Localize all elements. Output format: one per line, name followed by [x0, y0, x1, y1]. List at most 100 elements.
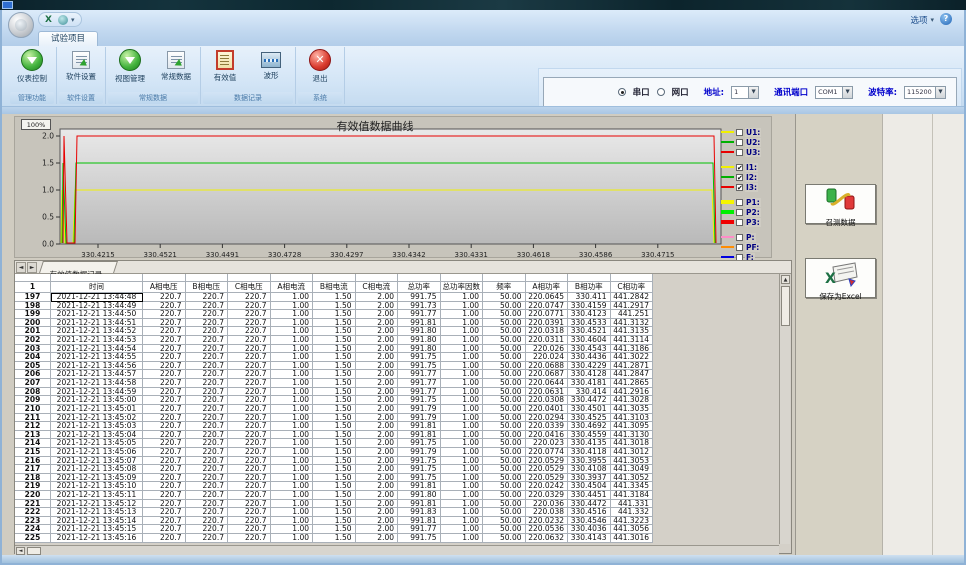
- value-cell[interactable]: 220.7: [143, 457, 186, 466]
- value-cell[interactable]: 1.00: [271, 414, 314, 423]
- app-mini-icon[interactable]: [58, 15, 68, 25]
- value-cell[interactable]: 220.0645: [526, 293, 569, 302]
- value-cell[interactable]: 220.7: [186, 302, 229, 311]
- time-cell[interactable]: 2021-12-21 13:45:07: [51, 457, 143, 466]
- table-row[interactable]: 1982021-12-21 13:44:49220.7220.7220.71.0…: [15, 302, 779, 311]
- value-cell[interactable]: 1.50: [313, 396, 356, 405]
- value-cell[interactable]: 330.4525: [568, 414, 611, 423]
- value-cell[interactable]: 991.81: [398, 422, 441, 431]
- value-cell[interactable]: 2.00: [356, 405, 399, 414]
- value-cell[interactable]: 1.00: [271, 405, 314, 414]
- table-row[interactable]: 2032021-12-21 13:44:54220.7220.7220.71.0…: [15, 345, 779, 354]
- value-cell[interactable]: 220.7: [186, 362, 229, 371]
- value-cell[interactable]: 991.80: [398, 327, 441, 336]
- value-cell[interactable]: 1.50: [313, 414, 356, 423]
- value-cell[interactable]: 220.7: [228, 517, 271, 526]
- value-cell[interactable]: 220.7: [143, 465, 186, 474]
- value-cell[interactable]: 220.7: [143, 439, 186, 448]
- value-cell[interactable]: 220.7: [228, 482, 271, 491]
- value-cell[interactable]: 220.0311: [526, 336, 569, 345]
- time-cell[interactable]: 2021-12-21 13:45:04: [51, 431, 143, 440]
- value-cell[interactable]: 50.00: [483, 465, 526, 474]
- value-cell[interactable]: 220.7: [228, 439, 271, 448]
- value-cell[interactable]: 330.4604: [568, 336, 611, 345]
- value-cell[interactable]: 2.00: [356, 448, 399, 457]
- value-cell[interactable]: 220.7: [228, 293, 271, 302]
- value-cell[interactable]: 1.50: [313, 491, 356, 500]
- value-cell[interactable]: 220.7: [186, 379, 229, 388]
- value-cell[interactable]: 220.7: [186, 327, 229, 336]
- value-cell[interactable]: 1.50: [313, 302, 356, 311]
- value-cell[interactable]: 220.7: [186, 370, 229, 379]
- horizontal-scrollbar[interactable]: ◄: [15, 545, 779, 555]
- value-cell[interactable]: 220.7: [143, 405, 186, 414]
- value-cell[interactable]: 220.7: [143, 517, 186, 526]
- value-cell[interactable]: 220.0529: [526, 457, 569, 466]
- value-cell[interactable]: 1.50: [313, 319, 356, 328]
- value-cell[interactable]: 1.00: [271, 500, 314, 509]
- time-cell[interactable]: 2021-12-21 13:45:08: [51, 465, 143, 474]
- scroll-left-icon[interactable]: ◄: [16, 547, 25, 555]
- save-excel-button[interactable]: X 保存为Excel: [805, 258, 876, 298]
- value-cell[interactable]: 50.00: [483, 336, 526, 345]
- table-row[interactable]: 1992021-12-21 13:44:50220.7220.7220.71.0…: [15, 310, 779, 319]
- value-cell[interactable]: 1.00: [441, 396, 484, 405]
- column-header-C相电压[interactable]: C相电压: [228, 282, 271, 293]
- value-cell[interactable]: 220.026: [526, 345, 569, 354]
- table-row[interactable]: 1972021-12-21 13:44:48220.7220.7220.71.0…: [15, 293, 779, 302]
- time-cell[interactable]: 2021-12-21 13:44:49: [51, 302, 143, 311]
- value-cell[interactable]: 220.7: [143, 293, 186, 302]
- value-cell[interactable]: 220.7: [143, 508, 186, 517]
- value-cell[interactable]: 2.00: [356, 465, 399, 474]
- qat-dropdown-icon[interactable]: ▾: [71, 16, 75, 24]
- value-cell[interactable]: 1.00: [271, 517, 314, 526]
- value-cell[interactable]: 1.00: [441, 508, 484, 517]
- legend-checkbox[interactable]: [736, 219, 743, 226]
- value-cell[interactable]: 220.7: [186, 439, 229, 448]
- value-cell[interactable]: 330.4135: [568, 439, 611, 448]
- value-cell[interactable]: 330.4036: [568, 525, 611, 534]
- value-cell[interactable]: 220.7: [186, 431, 229, 440]
- table-row[interactable]: 2012021-12-21 13:44:52220.7220.7220.71.0…: [15, 327, 779, 336]
- value-cell[interactable]: 441.3016: [611, 534, 654, 543]
- excel-mini-icon[interactable]: X: [45, 15, 55, 25]
- value-cell[interactable]: 50.00: [483, 448, 526, 457]
- value-cell[interactable]: 50.00: [483, 302, 526, 311]
- value-cell[interactable]: 220.7: [143, 431, 186, 440]
- value-cell[interactable]: 220.7: [186, 500, 229, 509]
- value-cell[interactable]: 220.036: [526, 500, 569, 509]
- value-cell[interactable]: 1.50: [313, 379, 356, 388]
- value-cell[interactable]: 220.7: [228, 345, 271, 354]
- value-cell[interactable]: 991.79: [398, 405, 441, 414]
- value-cell[interactable]: 220.7: [143, 500, 186, 509]
- value-cell[interactable]: 220.0529: [526, 474, 569, 483]
- value-cell[interactable]: 220.7: [186, 336, 229, 345]
- table-row[interactable]: 2182021-12-21 13:45:09220.7220.7220.71.0…: [15, 474, 779, 483]
- value-cell[interactable]: 1.00: [441, 534, 484, 543]
- value-cell[interactable]: 2.00: [356, 327, 399, 336]
- value-cell[interactable]: 220.7: [186, 310, 229, 319]
- table-row[interactable]: 2232021-12-21 13:45:14220.7220.7220.71.0…: [15, 517, 779, 526]
- value-cell[interactable]: 991.75: [398, 465, 441, 474]
- value-cell[interactable]: 441.2842: [611, 293, 654, 302]
- sheet-tab-rms-record[interactable]: 有效值数据记录: [39, 261, 117, 273]
- value-cell[interactable]: 220.0329: [526, 491, 569, 500]
- value-cell[interactable]: 441.3053: [611, 457, 654, 466]
- value-cell[interactable]: 1.00: [271, 525, 314, 534]
- value-cell[interactable]: 220.0632: [526, 534, 569, 543]
- value-cell[interactable]: 50.00: [483, 517, 526, 526]
- table-row[interactable]: 2092021-12-21 13:45:00220.7220.7220.71.0…: [15, 396, 779, 405]
- table-row[interactable]: 2192021-12-21 13:45:10220.7220.7220.71.0…: [15, 482, 779, 491]
- value-cell[interactable]: 220.7: [143, 388, 186, 397]
- data-grid[interactable]: 1时间A相电压B相电压C相电压A相电流B相电流C相电流总功率总功率因数频率A相功…: [15, 274, 779, 544]
- value-cell[interactable]: 2.00: [356, 474, 399, 483]
- time-cell[interactable]: 2021-12-21 13:45:16: [51, 534, 143, 543]
- value-cell[interactable]: 441.3132: [611, 319, 654, 328]
- value-cell[interactable]: 441.3114: [611, 336, 654, 345]
- read-data-button[interactable]: 召测数据: [805, 184, 876, 224]
- value-cell[interactable]: 220.023: [526, 439, 569, 448]
- value-cell[interactable]: 220.7: [228, 310, 271, 319]
- value-cell[interactable]: 330.4159: [568, 302, 611, 311]
- value-cell[interactable]: 991.81: [398, 431, 441, 440]
- value-cell[interactable]: 1.00: [271, 465, 314, 474]
